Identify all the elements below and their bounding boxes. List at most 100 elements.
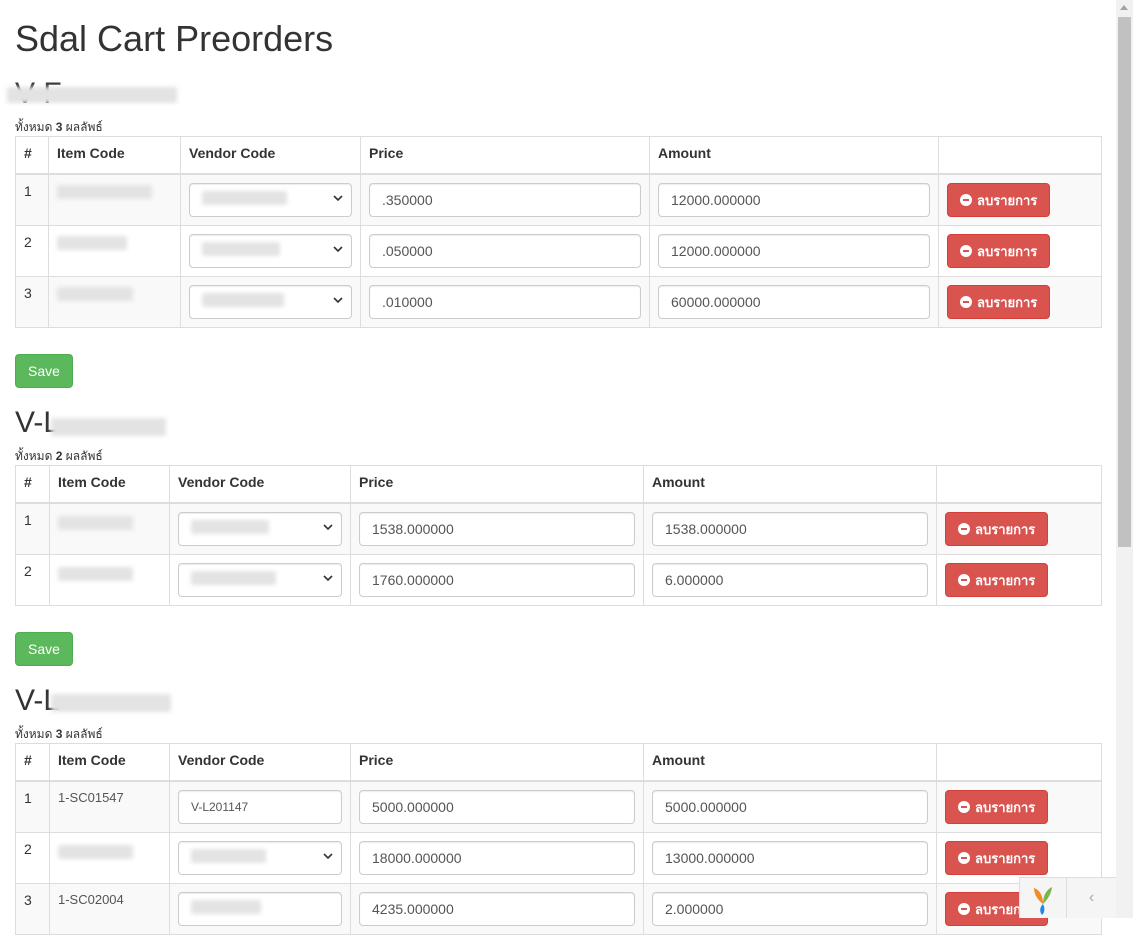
- amount-cell: 5000.000000: [643, 780, 937, 833]
- item-code: [49, 554, 170, 606]
- row-number: 2: [15, 554, 50, 606]
- preorder-table: # Item Code Vendor Code Price Amount 1 .…: [15, 136, 1102, 328]
- vendor-select-cell: [169, 883, 351, 935]
- vendor-select[interactable]: [178, 563, 342, 597]
- minus-circle-icon: [958, 523, 970, 535]
- toolbar-toggle-arrow-icon[interactable]: ‹: [1067, 878, 1116, 918]
- save-button[interactable]: Save: [15, 632, 73, 666]
- minus-circle-icon: [960, 296, 972, 308]
- yii-debug-toolbar[interactable]: ‹: [1019, 877, 1116, 918]
- amount-cell: 2.000000: [643, 883, 937, 935]
- price-cell: .050000: [360, 225, 650, 277]
- chevron-down-icon: [323, 575, 333, 582]
- table-header-row: # Item Code Vendor Code Price Amount: [15, 743, 1102, 782]
- result-summary: ทั้งหมด 3 ผลลัพธ์: [15, 120, 103, 134]
- vendor-select-cell: [169, 832, 351, 884]
- price-input[interactable]: 1760.000000: [359, 563, 635, 597]
- col-amount: Amount: [643, 743, 937, 782]
- chevron-down-icon: [323, 524, 333, 531]
- yii-logo-icon[interactable]: [1020, 878, 1067, 918]
- delete-button[interactable]: ลบรายการ: [945, 841, 1049, 875]
- preorder-table: # Item Code Vendor Code Price Amount 1 1…: [15, 743, 1102, 935]
- vendor-title: V-L: [15, 406, 166, 440]
- row-number: 1: [15, 780, 50, 833]
- amount-input[interactable]: 12000.000000: [658, 234, 930, 268]
- vendor-select[interactable]: [189, 234, 352, 268]
- chevron-down-icon: [333, 195, 343, 202]
- col-vendor-code: Vendor Code: [169, 743, 351, 782]
- price-input[interactable]: 5000.000000: [359, 790, 635, 824]
- amount-input[interactable]: 13000.000000: [652, 841, 928, 875]
- amount-cell: 1538.000000: [643, 502, 937, 555]
- redacted-text: [51, 694, 171, 712]
- price-cell: 18000.000000: [350, 832, 644, 884]
- chevron-down-icon: [323, 853, 333, 860]
- scroll-up-arrow-icon[interactable]: [1120, 5, 1128, 10]
- col-amount: Amount: [643, 465, 937, 504]
- result-summary: ทั้งหมด 2 ผลลัพธ์: [15, 449, 103, 463]
- delete-button[interactable]: ลบรายการ: [947, 183, 1051, 217]
- col-price: Price: [350, 743, 644, 782]
- amount-input[interactable]: 6.000000: [652, 563, 928, 597]
- vertical-scrollbar[interactable]: [1116, 0, 1133, 918]
- table-row: 2 18000.000000 13000.000000 ลบรายการ: [15, 832, 1102, 884]
- chevron-down-icon: [333, 297, 343, 304]
- vendor-select-cell: [180, 276, 361, 328]
- table-row: 2 1760.000000 6.000000 ลบรายการ: [15, 554, 1102, 606]
- delete-button[interactable]: ลบรายการ: [945, 563, 1049, 597]
- amount-input[interactable]: 60000.000000: [658, 285, 930, 319]
- vendor-select[interactable]: [178, 512, 342, 546]
- action-cell: ลบรายการ: [936, 780, 1102, 833]
- table-row: 1 .350000 12000.000000 ลบรายการ: [15, 173, 1102, 226]
- vendor-select[interactable]: [178, 892, 342, 926]
- col-vendor-code: Vendor Code: [169, 465, 351, 504]
- page-title: Sdal Cart Preorders: [15, 18, 334, 59]
- save-button[interactable]: Save: [15, 354, 73, 388]
- item-code: [48, 276, 181, 328]
- item-code: [49, 832, 170, 884]
- yii-logo-svg: [1034, 887, 1052, 915]
- row-number: 2: [15, 832, 50, 884]
- delete-button[interactable]: ลบรายการ: [947, 285, 1051, 319]
- price-cell: 5000.000000: [350, 780, 644, 833]
- col-item-code: Item Code: [48, 136, 181, 175]
- row-number: 1: [15, 173, 49, 226]
- price-input[interactable]: .050000: [369, 234, 641, 268]
- price-cell: 4235.000000: [350, 883, 644, 935]
- price-input[interactable]: 18000.000000: [359, 841, 635, 875]
- action-cell: ลบรายการ: [936, 832, 1102, 884]
- col-item-code: Item Code: [49, 743, 170, 782]
- chevron-down-icon: [333, 246, 343, 253]
- vendor-select[interactable]: [189, 285, 352, 319]
- table-header-row: # Item Code Vendor Code Price Amount: [15, 465, 1102, 504]
- action-cell: ลบรายการ: [938, 225, 1102, 277]
- scrollbar-thumb[interactable]: [1118, 17, 1131, 547]
- vendor-title: V-F: [7, 77, 177, 111]
- price-input[interactable]: 4235.000000: [359, 892, 635, 926]
- amount-input[interactable]: 2.000000: [652, 892, 928, 926]
- vendor-select[interactable]: V-L201147: [178, 790, 342, 824]
- vendor-select[interactable]: [189, 183, 352, 217]
- redacted-text: [7, 87, 177, 103]
- amount-input[interactable]: 5000.000000: [652, 790, 928, 824]
- delete-button[interactable]: ลบรายการ: [945, 512, 1049, 546]
- vendor-select[interactable]: [178, 841, 342, 875]
- col-item-code: Item Code: [49, 465, 170, 504]
- table-row: 1 1-SC01547 V-L201147 5000.000000 5000.0…: [15, 780, 1102, 833]
- vendor-title: V-L: [15, 684, 171, 718]
- col-actions: [936, 465, 1102, 504]
- item-code: [48, 225, 181, 277]
- price-input[interactable]: .010000: [369, 285, 641, 319]
- result-summary: ทั้งหมด 3 ผลลัพธ์: [15, 727, 103, 741]
- item-code: 1-SC01547: [49, 780, 170, 833]
- price-cell: .350000: [360, 173, 650, 226]
- price-input[interactable]: 1538.000000: [359, 512, 635, 546]
- vendor-select-cell: [180, 173, 361, 226]
- col-number: #: [15, 465, 50, 504]
- delete-button[interactable]: ลบรายการ: [945, 790, 1049, 824]
- amount-input[interactable]: 1538.000000: [652, 512, 928, 546]
- delete-button[interactable]: ลบรายการ: [947, 234, 1051, 268]
- price-input[interactable]: .350000: [369, 183, 641, 217]
- amount-input[interactable]: 12000.000000: [658, 183, 930, 217]
- vendor-select-cell: [180, 225, 361, 277]
